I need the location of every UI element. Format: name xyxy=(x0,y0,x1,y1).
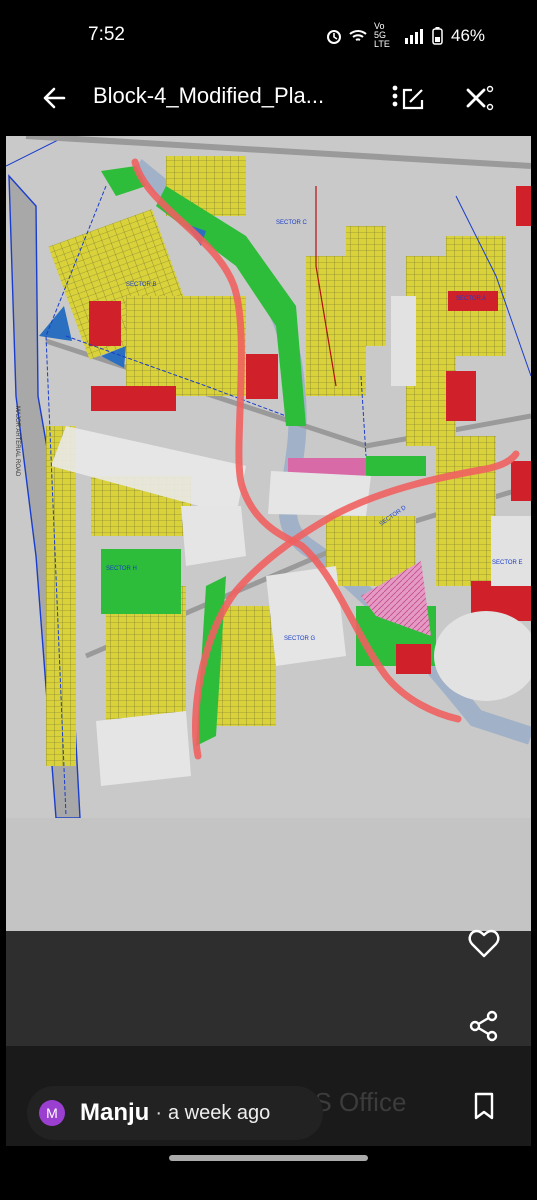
status-bar: 7:52 Vo 5G LTE 46% xyxy=(0,0,537,70)
close-icon xyxy=(466,85,494,111)
viewer-background xyxy=(6,931,531,1046)
author-chip[interactable]: M Manju · a week ago xyxy=(27,1086,323,1140)
post-time: a week ago xyxy=(168,1101,271,1124)
sector-b-label: SECTOR B xyxy=(126,282,157,288)
bookmark-button[interactable] xyxy=(468,1088,500,1124)
back-button[interactable] xyxy=(36,78,76,118)
arrow-left-icon xyxy=(43,87,66,109)
top-app-bar: Block-4_Modified_Pla... xyxy=(0,70,537,136)
road-label: MAJOR ARTERIAL ROAD xyxy=(14,406,20,477)
edit-button[interactable] xyxy=(386,78,426,118)
share-icon xyxy=(469,1010,498,1042)
sector-e-label: SECTOR E xyxy=(492,560,523,566)
document-viewer[interactable]: MAJOR ARTERIAL ROAD SECTOR C SECTOR B SE… xyxy=(6,136,531,1046)
wifi-icon xyxy=(349,29,367,41)
battery-icon xyxy=(432,26,443,45)
sector-a-label: SECTOR A xyxy=(456,296,486,302)
network-label: Vo 5G LTE xyxy=(374,21,390,49)
status-icons: Vo 5G LTE 46% xyxy=(326,22,485,49)
alarm-icon xyxy=(327,29,341,44)
home-indicator[interactable] xyxy=(169,1155,368,1161)
site-plan-map[interactable]: MAJOR ARTERIAL ROAD SECTOR C SECTOR B SE… xyxy=(6,136,531,931)
avatar: M xyxy=(39,1100,65,1126)
close-button[interactable] xyxy=(456,78,496,118)
document-title: Block-4_Modified_Pla... xyxy=(93,83,325,108)
site-plan-drawing: MAJOR ARTERIAL ROAD SECTOR C SECTOR B SE… xyxy=(6,136,531,819)
separator-dot: · xyxy=(155,1101,162,1124)
status-time: 7:52 xyxy=(88,24,125,45)
author-name: Manju xyxy=(80,1099,150,1126)
sector-g-label: SECTOR G xyxy=(284,636,316,642)
sector-c-label: SECTOR C xyxy=(276,220,308,226)
edit-icon xyxy=(392,85,424,110)
bookmark-icon xyxy=(474,1092,494,1120)
signal-icon xyxy=(405,28,423,44)
sector-h-label: SECTOR H xyxy=(106,566,137,572)
share-button[interactable] xyxy=(466,1008,502,1044)
map-lower-margin xyxy=(6,818,531,931)
favorite-button[interactable] xyxy=(466,926,502,962)
heart-icon xyxy=(468,929,500,958)
battery-level: 46% xyxy=(451,25,486,45)
